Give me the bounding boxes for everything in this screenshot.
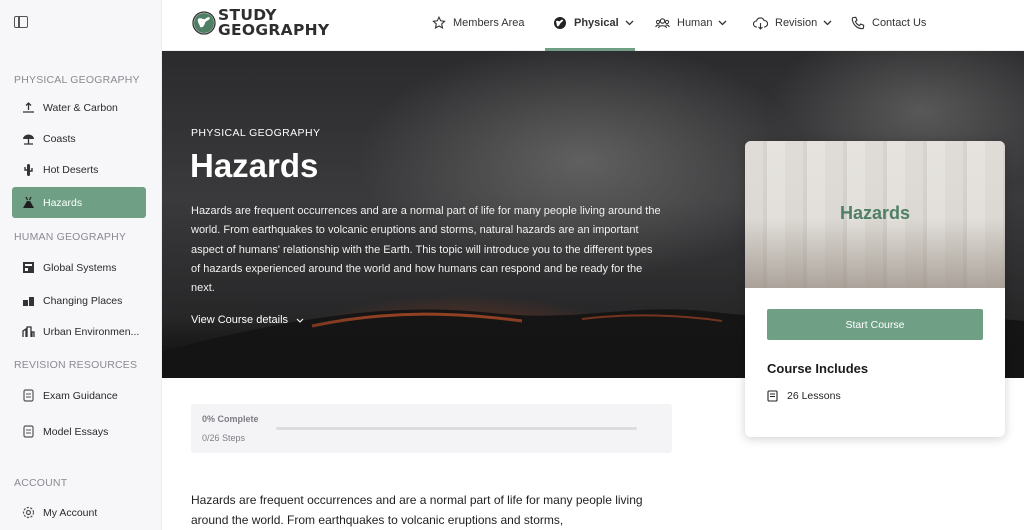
- nav-label: Members Area: [453, 17, 525, 29]
- course-card: Hazards Start Course Course Includes 26 …: [745, 141, 1005, 437]
- course-progress: 0% Complete 0/26 Steps: [191, 404, 672, 453]
- nav-physical[interactable]: Physical: [553, 0, 634, 46]
- document-icon: [22, 389, 35, 402]
- sidebar-item-label: Exam Guidance: [43, 389, 118, 402]
- gear-icon: [22, 506, 35, 519]
- nav-contact-us[interactable]: Contact Us: [851, 0, 926, 46]
- book-icon: [767, 390, 778, 402]
- globe-icon: [554, 17, 566, 29]
- sidebar-item-label: Model Essays: [43, 425, 109, 438]
- document-icon: [22, 425, 35, 438]
- view-course-details-toggle[interactable]: View Course details: [191, 314, 304, 326]
- course-card-image: Hazards: [745, 141, 1005, 288]
- view-course-details-label: View Course details: [191, 314, 289, 326]
- map-pin-icon: [22, 294, 35, 307]
- trade-boxes-icon: [22, 261, 35, 274]
- cactus-icon: [22, 163, 35, 176]
- sidebar-item-urban-environments[interactable]: Urban Environmen...: [12, 316, 146, 347]
- people-icon: [655, 17, 670, 28]
- city-icon: [22, 325, 35, 338]
- progress-steps-label: 0/26 Steps: [202, 433, 246, 443]
- sidebar: PHYSICAL GEOGRAPHY Water & Carbon Coasts…: [0, 0, 162, 530]
- sidebar-toggle-icon[interactable]: [14, 16, 28, 28]
- page-title: Hazards: [190, 147, 319, 184]
- section-account: ACCOUNT: [14, 477, 68, 489]
- start-course-button[interactable]: Start Course: [767, 309, 983, 340]
- sidebar-item-hazards[interactable]: Hazards: [12, 187, 146, 218]
- sidebar-item-label: Hot Deserts: [43, 163, 99, 176]
- sidebar-item-label: Water & Carbon: [43, 101, 118, 114]
- sidebar-item-label: Coasts: [43, 132, 76, 145]
- cloud-download-icon: [753, 16, 768, 30]
- nav-revision[interactable]: Revision: [753, 0, 832, 46]
- chevron-down-icon: [719, 20, 727, 26]
- sidebar-item-model-essays[interactable]: Model Essays: [12, 416, 146, 447]
- chevron-down-icon: [296, 318, 304, 323]
- sidebar-item-changing-places[interactable]: Changing Places: [12, 285, 146, 316]
- beach-umbrella-icon: [22, 132, 35, 145]
- star-icon: [432, 16, 446, 29]
- section-human-geography: HUMAN GEOGRAPHY: [14, 231, 127, 243]
- sidebar-item-global-systems[interactable]: Global Systems: [12, 252, 146, 283]
- nav-label: Revision: [775, 17, 818, 29]
- nav-human[interactable]: Human: [655, 0, 727, 46]
- course-body-text: Hazards are frequent occurrences and are…: [191, 493, 643, 527]
- nav-label: Physical: [574, 17, 619, 29]
- sidebar-item-label: My Account: [43, 506, 98, 519]
- water-cycle-icon: [22, 101, 35, 114]
- sidebar-item-my-account[interactable]: My Account: [12, 497, 146, 528]
- phone-icon: [851, 16, 865, 30]
- lessons-count: 26 Lessons: [767, 390, 841, 402]
- course-includes-heading: Course Includes: [767, 361, 869, 376]
- course-description: Hazards are frequent occurrences and are…: [191, 205, 661, 295]
- sidebar-item-hot-deserts[interactable]: Hot Deserts: [12, 154, 146, 185]
- site-logo[interactable]: STUDY GEOGRAPHY: [192, 7, 330, 39]
- lessons-count-label: 26 Lessons: [787, 390, 841, 402]
- sidebar-item-exam-guidance[interactable]: Exam Guidance: [12, 380, 146, 411]
- course-category: PHYSICAL GEOGRAPHY: [191, 127, 321, 139]
- volcano-icon: [22, 196, 35, 209]
- sidebar-item-coasts[interactable]: Coasts: [12, 123, 146, 154]
- top-navigation: STUDY GEOGRAPHY Members Area Physical Hu…: [162, 0, 1024, 51]
- logo-line-2: GEOGRAPHY: [218, 21, 330, 39]
- course-card-image-title: Hazards: [839, 203, 911, 223]
- sidebar-item-water-carbon[interactable]: Water & Carbon: [12, 92, 146, 123]
- globe-logo-icon: [192, 11, 216, 35]
- chevron-down-icon: [823, 20, 832, 26]
- progress-percent-label: 0% Complete: [202, 414, 259, 424]
- section-revision-resources: REVISION RESOURCES: [14, 359, 138, 371]
- progress-track: [276, 427, 637, 430]
- chevron-down-icon: [625, 20, 634, 26]
- sidebar-item-label: Changing Places: [43, 294, 123, 307]
- sidebar-item-label: Global Systems: [43, 261, 117, 274]
- nav-label: Human: [677, 17, 713, 29]
- rubble-shade: [745, 218, 1005, 288]
- nav-members-area[interactable]: Members Area: [432, 0, 525, 46]
- logo-wordmark: STUDY GEOGRAPHY: [218, 7, 330, 39]
- section-physical-geography: PHYSICAL GEOGRAPHY: [14, 74, 140, 86]
- nav-label: Contact Us: [872, 17, 927, 29]
- sidebar-item-label: Urban Environmen...: [43, 325, 140, 338]
- sidebar-item-label: Hazards: [43, 196, 83, 209]
